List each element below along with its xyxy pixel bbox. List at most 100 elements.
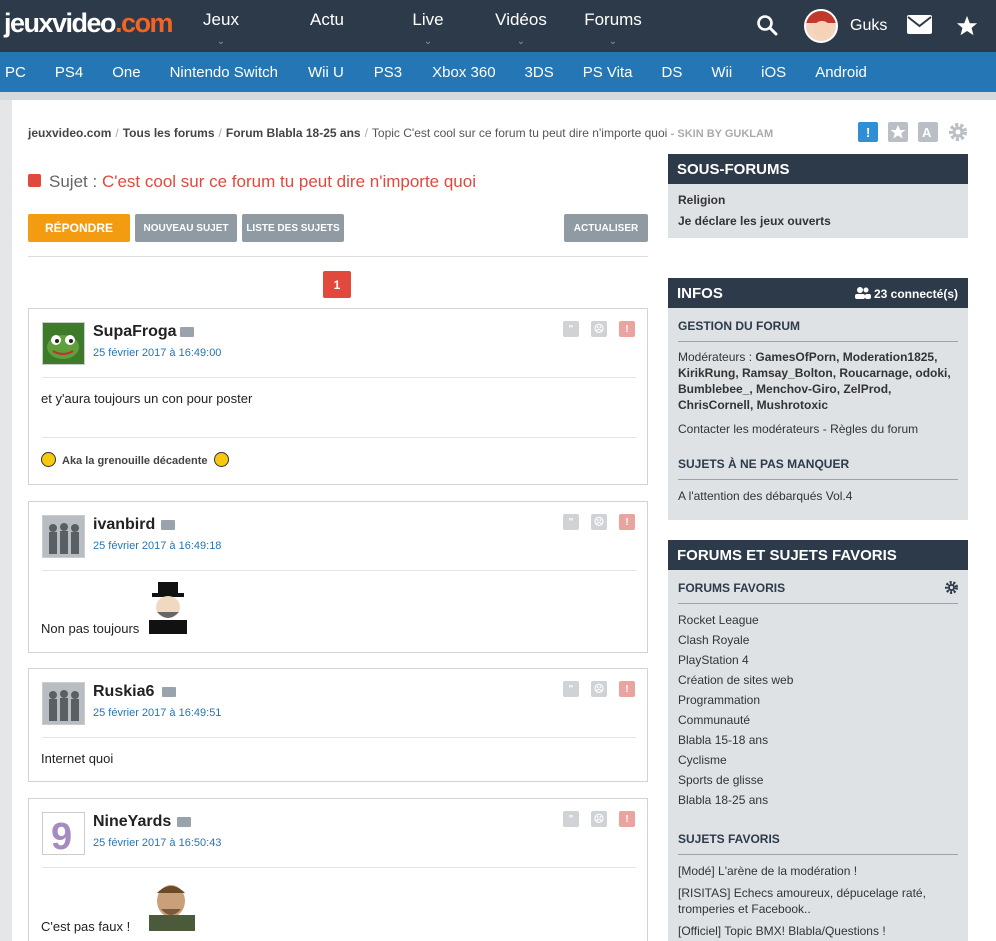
page-1-button[interactable]: 1 bbox=[323, 271, 351, 298]
chevron-down-icon[interactable] bbox=[28, 174, 41, 188]
subforums-panel: SOUS-FORUMS Religion Je déclare les jeux… bbox=[668, 154, 968, 238]
post-actions: " ☹ ! bbox=[563, 514, 647, 530]
subforum-link[interactable]: Religion bbox=[668, 190, 968, 210]
quote-icon[interactable]: " bbox=[563, 811, 579, 827]
users-icon bbox=[854, 287, 871, 299]
featured-topic-link[interactable]: A l'attention des débarqués Vol.4 bbox=[668, 486, 968, 506]
favorite-topic-link[interactable]: [Officiel] Topic BMX! Blabla/Questions ! bbox=[668, 923, 968, 939]
post-date[interactable]: 25 février 2017 à 16:49:51 bbox=[93, 707, 221, 719]
report-icon[interactable]: ! bbox=[619, 514, 635, 530]
nav-jeux[interactable]: Jeux ⌄ bbox=[190, 0, 252, 52]
avatar[interactable] bbox=[42, 322, 85, 365]
topic-list-button[interactable]: LISTE DES SUJETS bbox=[242, 214, 344, 242]
favorite-topic-link[interactable]: [RISITAS] Echecs amoureux, dépucelage ra… bbox=[668, 885, 968, 917]
sticker-image bbox=[149, 582, 187, 634]
sad-face-icon[interactable]: ☹ bbox=[591, 681, 607, 697]
sad-face-icon[interactable]: ☹ bbox=[591, 321, 607, 337]
platform-ps4[interactable]: PS4 bbox=[55, 64, 83, 81]
avatar[interactable]: 9 bbox=[42, 812, 85, 858]
nav-videos[interactable]: Vidéos ⌄ bbox=[486, 0, 556, 52]
post-date[interactable]: 25 février 2017 à 16:49:00 bbox=[93, 347, 221, 359]
gear-icon[interactable] bbox=[945, 581, 958, 594]
post-date[interactable]: 25 février 2017 à 16:49:18 bbox=[93, 540, 221, 552]
separator bbox=[678, 603, 958, 604]
favorite-forum-link[interactable]: Sports de glisse bbox=[668, 770, 968, 790]
favorite-forum-link[interactable]: Clash Royale bbox=[668, 630, 968, 650]
private-message-icon[interactable] bbox=[177, 817, 191, 827]
favorite-forum-link[interactable]: Communauté bbox=[668, 710, 968, 730]
report-icon[interactable]: ! bbox=[619, 811, 635, 827]
nav-forums[interactable]: Forums ⌄ bbox=[578, 0, 648, 52]
alert-icon[interactable]: ! bbox=[858, 122, 878, 142]
post-author[interactable]: Ruskia6 bbox=[93, 683, 154, 701]
settings-gear-icon[interactable] bbox=[948, 122, 968, 142]
nav-live[interactable]: Live ⌄ bbox=[402, 0, 454, 52]
favorite-forum-link[interactable]: Création de sites web bbox=[668, 670, 968, 690]
font-size-icon[interactable]: A bbox=[918, 122, 938, 142]
platform-xbox360[interactable]: Xbox 360 bbox=[432, 64, 495, 81]
pacman-icon bbox=[213, 451, 229, 467]
report-icon[interactable]: ! bbox=[619, 321, 635, 337]
user-avatar[interactable] bbox=[804, 9, 838, 43]
favorite-topic-link[interactable]: [Modé] L'arène de la modération ! bbox=[668, 863, 968, 879]
post-date[interactable]: 25 février 2017 à 16:50:43 bbox=[93, 837, 221, 849]
username[interactable]: Guks bbox=[850, 17, 887, 35]
platform-android[interactable]: Android bbox=[815, 64, 867, 81]
private-message-icon[interactable] bbox=[180, 327, 194, 337]
subject-title: C'est cool sur ce forum tu peut dire n'i… bbox=[101, 172, 476, 191]
sad-face-icon[interactable]: ☹ bbox=[591, 514, 607, 530]
mail-icon[interactable] bbox=[907, 15, 932, 34]
platform-wii[interactable]: Wii bbox=[711, 64, 732, 81]
platform-wiiu[interactable]: Wii U bbox=[308, 64, 344, 81]
favorite-forum-link[interactable]: Rocket League bbox=[668, 610, 968, 630]
quote-icon[interactable]: " bbox=[563, 321, 579, 337]
sad-face-icon[interactable]: ☹ bbox=[591, 811, 607, 827]
platform-one[interactable]: One bbox=[112, 64, 140, 81]
post-author[interactable]: SupaFroga bbox=[93, 323, 177, 341]
post: ivanbird 25 février 2017 à 16:49:18 " ☹ … bbox=[28, 501, 648, 653]
post-signature: Aka la grenouille décadente bbox=[41, 451, 229, 467]
platform-switch[interactable]: Nintendo Switch bbox=[170, 64, 278, 81]
platform-3ds[interactable]: 3DS bbox=[525, 64, 554, 81]
section-heading: GESTION DU FORUM bbox=[678, 319, 800, 333]
reply-button[interactable]: RÉPONDRE bbox=[28, 214, 130, 242]
connected-count[interactable]: 23 connecté(s) bbox=[854, 287, 958, 301]
platform-ds[interactable]: DS bbox=[662, 64, 683, 81]
breadcrumb-all-forums[interactable]: Tous les forums bbox=[123, 126, 215, 140]
refresh-button[interactable]: ACTUALISER bbox=[564, 214, 648, 242]
platform-ps3[interactable]: PS3 bbox=[374, 64, 402, 81]
favorite-forum-link[interactable]: Blabla 15-18 ans bbox=[668, 730, 968, 750]
search-icon[interactable] bbox=[756, 14, 778, 36]
breadcrumb-home[interactable]: jeuxvideo.com bbox=[28, 126, 111, 140]
favorite-forum-link[interactable]: PlayStation 4 bbox=[668, 650, 968, 670]
pacman-icon bbox=[41, 451, 56, 467]
platform-pc[interactable]: PC bbox=[5, 64, 26, 81]
quote-icon[interactable]: " bbox=[563, 681, 579, 697]
private-message-icon[interactable] bbox=[161, 520, 175, 530]
new-topic-button[interactable]: NOUVEAU SUJET bbox=[135, 214, 237, 242]
favorite-forum-link[interactable]: Programmation bbox=[668, 690, 968, 710]
contact-moderators-link[interactable]: Contacter les modérateurs bbox=[678, 422, 819, 436]
platform-psvita[interactable]: PS Vita bbox=[583, 64, 633, 81]
subforum-link[interactable]: Je déclare les jeux ouverts bbox=[668, 211, 968, 231]
nav-actu[interactable]: Actu bbox=[282, 0, 372, 52]
infos-panel: INFOS 23 connecté(s) GESTION DU FORUM Mo… bbox=[668, 278, 968, 520]
quote-icon[interactable]: " bbox=[563, 514, 579, 530]
favorite-topic-icon[interactable] bbox=[888, 122, 908, 142]
private-message-icon[interactable] bbox=[162, 687, 176, 697]
report-icon[interactable]: ! bbox=[619, 681, 635, 697]
forum-rules-link[interactable]: Règles du forum bbox=[830, 422, 918, 436]
site-logo[interactable]: jeuxvideo.com bbox=[4, 8, 174, 39]
post-message: C'est pas faux ! bbox=[41, 919, 131, 934]
avatar[interactable] bbox=[42, 682, 85, 725]
post-author[interactable]: NineYards bbox=[93, 813, 171, 831]
avatar[interactable] bbox=[42, 515, 85, 558]
favorite-forum-link[interactable]: Blabla 18-25 ans bbox=[668, 790, 968, 810]
platform-ios[interactable]: iOS bbox=[761, 64, 786, 81]
post-author[interactable]: ivanbird bbox=[93, 516, 155, 534]
breadcrumb-forum[interactable]: Forum Blabla 18-25 ans bbox=[226, 126, 361, 140]
favorites-star-icon[interactable] bbox=[956, 15, 978, 37]
user-menu[interactable]: Guks bbox=[804, 9, 887, 43]
favorite-forum-link[interactable]: Cyclisme bbox=[668, 750, 968, 770]
platform-bar: PC PS4 One Nintendo Switch Wii U PS3 Xbo… bbox=[0, 52, 996, 92]
